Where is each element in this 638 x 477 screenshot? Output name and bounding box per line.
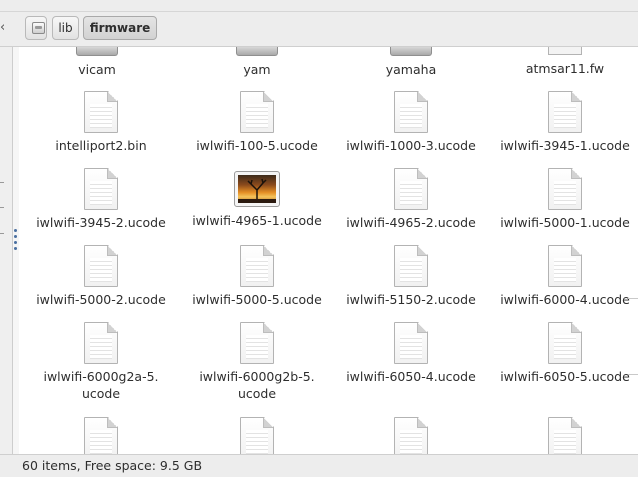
text-file-icon: [548, 322, 582, 364]
file-item[interactable]: [182, 417, 332, 454]
status-bar: 60 items, Free space: 9.5 GB: [0, 454, 638, 477]
breadcrumb-root[interactable]: [25, 16, 47, 40]
file-label: intelliport2.bin: [55, 138, 147, 153]
image-file-icon: [234, 171, 280, 207]
file-item[interactable]: iwlwifi-3945-2.ucode: [26, 168, 176, 231]
folder-icon: [76, 47, 118, 56]
file-label: iwlwifi-3945-2.ucode: [36, 215, 166, 230]
file-label: iwlwifi-5000-5.ucode: [192, 292, 322, 307]
text-file-icon: [548, 91, 582, 133]
scroll-mark: [628, 298, 638, 299]
file-item[interactable]: iwlwifi-5000-1.ucode: [490, 168, 638, 231]
file-item[interactable]: iwlwifi-6050-5.ucode: [490, 322, 638, 385]
text-file-icon: [240, 245, 274, 287]
sidebar-mark: [0, 233, 4, 234]
text-file-icon: [84, 91, 118, 133]
text-file-icon: [84, 322, 118, 364]
text-file-icon: [548, 168, 582, 210]
file-label: vicam: [78, 62, 116, 77]
file-item[interactable]: iwlwifi-5150-2.ucode: [336, 245, 486, 308]
file-item[interactable]: iwlwifi-1000-3.ucode: [336, 91, 486, 154]
breadcrumb-lib[interactable]: lib: [52, 16, 79, 40]
menu-bar: [0, 0, 638, 12]
file-label: iwlwifi-6050-4.ucode: [346, 369, 476, 384]
file-label: iwlwifi-6050-5.ucode: [500, 369, 630, 384]
text-file-icon: [84, 168, 118, 210]
grip-dot: [14, 247, 17, 250]
file-item[interactable]: [336, 417, 486, 454]
file-label: iwlwifi-5150-2.ucode: [346, 292, 476, 307]
text-file-icon: [394, 91, 428, 133]
text-file-icon: [548, 417, 582, 454]
file-item[interactable]: iwlwifi-4965-2.ucode: [336, 168, 486, 231]
file-label: iwlwifi-6000-4.ucode: [500, 292, 630, 307]
file-item[interactable]: intelliport2.bin: [26, 91, 176, 154]
text-file-icon: [548, 47, 582, 55]
text-file-icon: [394, 417, 428, 454]
text-file-icon: [84, 245, 118, 287]
folder-icon: [236, 47, 278, 56]
file-item[interactable]: atmsar11.fw: [490, 47, 638, 77]
file-item[interactable]: [490, 417, 638, 454]
file-item[interactable]: iwlwifi-3945-1.ucode: [490, 91, 638, 154]
sidebar-mark: [0, 182, 4, 183]
text-file-icon: [394, 322, 428, 364]
location-bar: ‹ lib firmware: [0, 12, 638, 47]
file-item[interactable]: iwlwifi-100-5.ucode: [182, 91, 332, 154]
grip-dot: [14, 229, 17, 232]
pane-splitter[interactable]: [13, 47, 19, 454]
file-label: iwlwifi-4965-1.ucode: [192, 213, 322, 228]
file-label: yamaha: [385, 62, 437, 77]
file-item[interactable]: iwlwifi-6000g2b-5. ucode: [182, 322, 332, 402]
text-file-icon: [240, 322, 274, 364]
file-label: yam: [243, 62, 271, 77]
status-text: 60 items, Free space: 9.5 GB: [22, 458, 203, 473]
file-item[interactable]: iwlwifi-6000-4.ucode: [490, 245, 638, 308]
file-grid[interactable]: vicam yam yamaha atmsar11.fw intelliport…: [20, 47, 638, 454]
sidebar[interactable]: [0, 47, 13, 454]
drive-icon: [32, 22, 45, 34]
folder-item[interactable]: yamaha: [336, 47, 486, 78]
file-label: iwlwifi-5000-2.ucode: [36, 292, 166, 307]
text-file-icon: [394, 245, 428, 287]
file-label: iwlwifi-100-5.ucode: [196, 138, 318, 153]
file-item[interactable]: iwlwifi-6050-4.ucode: [336, 322, 486, 385]
scroll-mark: [628, 374, 638, 375]
file-label: iwlwifi-1000-3.ucode: [346, 138, 476, 153]
folder-item[interactable]: yam: [182, 47, 332, 78]
folder-icon: [390, 47, 432, 56]
sidebar-mark: [0, 207, 4, 208]
chevron-left-icon[interactable]: ‹: [0, 20, 8, 35]
file-item[interactable]: iwlwifi-5000-2.ucode: [26, 245, 176, 308]
text-file-icon: [84, 417, 118, 454]
file-label: iwlwifi-4965-2.ucode: [346, 215, 476, 230]
file-item[interactable]: iwlwifi-5000-5.ucode: [182, 245, 332, 308]
breadcrumb-firmware[interactable]: firmware: [83, 16, 157, 40]
file-item[interactable]: iwlwifi-4965-1.ucode: [182, 171, 332, 229]
text-file-icon: [394, 168, 428, 210]
text-file-icon: [548, 245, 582, 287]
file-item[interactable]: iwlwifi-6000g2a-5. ucode: [26, 322, 176, 402]
file-label: iwlwifi-5000-1.ucode: [500, 215, 630, 230]
text-file-icon: [240, 91, 274, 133]
file-item[interactable]: [26, 417, 176, 454]
folder-item[interactable]: vicam: [22, 47, 172, 78]
file-label: iwlwifi-6000g2a-5. ucode: [43, 369, 159, 401]
text-file-icon: [240, 417, 274, 454]
file-label: iwlwifi-6000g2b-5. ucode: [199, 369, 315, 401]
grip-dot: [14, 235, 17, 238]
file-label: atmsar11.fw: [525, 61, 605, 76]
file-label: iwlwifi-3945-1.ucode: [500, 138, 630, 153]
grip-dot: [14, 241, 17, 244]
